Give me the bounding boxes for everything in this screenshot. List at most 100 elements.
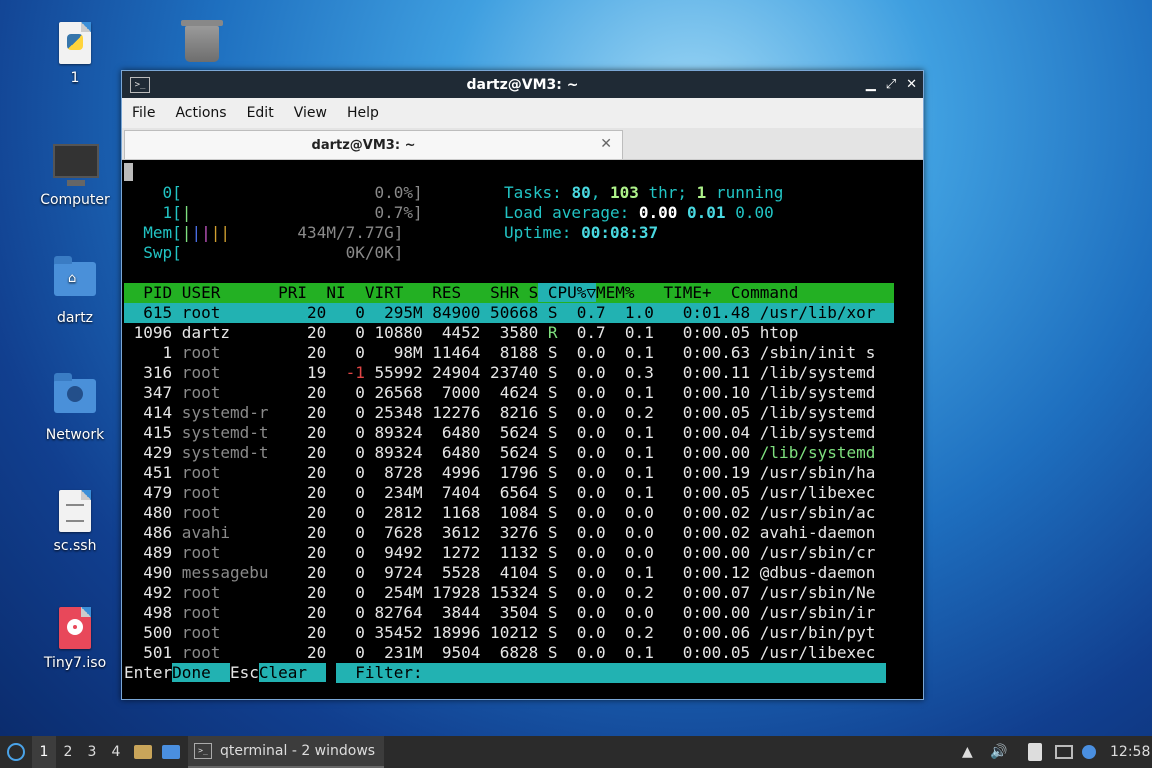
workspace-2[interactable]: 2	[56, 736, 80, 768]
close-icon[interactable]: ✕	[906, 77, 917, 92]
process-row-selected[interactable]: 615 root 20 0 295M 84900 50668 S 0.7 1.0…	[124, 303, 894, 323]
process-row[interactable]: 501 root 20 0 231M 9504 6828 S 0.0 0.1 0…	[124, 643, 894, 663]
desktop-icon-trash[interactable]	[152, 20, 252, 74]
menu-help[interactable]: Help	[347, 105, 379, 121]
process-row[interactable]: 492 root 20 0 254M 17928 15324 S 0.0 0.2…	[124, 583, 894, 603]
menu-edit[interactable]: Edit	[247, 105, 274, 121]
process-row[interactable]: 480 root 20 0 2812 1168 1084 S 0.0 0.0 0…	[124, 503, 894, 523]
desktop-icon-sc-ssh[interactable]: sc.ssh	[25, 490, 125, 554]
home-folder-icon: ⌂	[53, 256, 97, 306]
volume-icon[interactable]: 🔊	[990, 736, 1012, 768]
process-s: S	[538, 523, 558, 542]
process-row[interactable]: 1 root 20 0 98M 11464 8188 S 0.0 0.1 0:0…	[124, 343, 894, 363]
process-shr: 3580	[480, 323, 539, 342]
process-row[interactable]: 415 systemd-t 20 0 89324 6480 5624 S 0.0…	[124, 423, 894, 443]
process-mem: 0.0	[605, 523, 654, 542]
process-cpu: 0.0	[557, 543, 606, 562]
tasks-summary: Tasks: 80, 103 thr; 1 running	[504, 183, 784, 202]
process-row[interactable]: 479 root 20 0 234M 7404 6564 S 0.0 0.1 0…	[124, 483, 894, 503]
notification-icon[interactable]	[1082, 736, 1102, 768]
process-row[interactable]: 498 root 20 0 82764 3844 3504 S 0.0 0.0 …	[124, 603, 894, 623]
desktop-icon-tiny7-iso[interactable]: Tiny7.iso	[25, 607, 125, 671]
process-pid: 1096	[124, 323, 173, 342]
process-row[interactable]: 347 root 20 0 26568 7000 4624 S 0.0 0.1 …	[124, 383, 894, 403]
menu-actions[interactable]: Actions	[175, 105, 226, 121]
process-res: 9504	[422, 643, 481, 662]
tab-bar: dartz@VM3: ~ ✕	[122, 128, 923, 160]
process-shr: 10212	[480, 623, 539, 642]
process-user: root	[172, 543, 269, 562]
process-cpu: 0.0	[557, 643, 606, 662]
process-shr: 5624	[480, 423, 539, 442]
process-row[interactable]: 490 messagebu 20 0 9724 5528 4104 S 0.0 …	[124, 563, 894, 583]
process-s: S	[538, 363, 558, 382]
process-row[interactable]: 1096 dartz 20 0 10880 4452 3580 R 0.7 0.…	[124, 323, 894, 343]
process-user: root	[172, 363, 269, 382]
desktop-icon-dartz[interactable]: ⌂ dartz	[25, 256, 125, 326]
process-row[interactable]: 451 root 20 0 8728 4996 1796 S 0.0 0.1 0…	[124, 463, 894, 483]
process-time: 0:01.48	[653, 303, 751, 322]
window-titlebar[interactable]: >_ dartz@VM3: ~ ▁ ⤢ ✕	[122, 71, 923, 98]
cpu1-meter: 1[| 0.7%]	[162, 203, 423, 222]
process-s: S	[538, 603, 558, 622]
taskbar-task-qterminal[interactable]: >_ qterminal - 2 windows	[188, 736, 384, 768]
menu-view[interactable]: View	[294, 105, 327, 121]
maximize-icon[interactable]: ⤢	[886, 77, 896, 92]
process-mem: 0.2	[605, 403, 654, 422]
tray-expand-icon[interactable]: ▲	[962, 736, 982, 768]
process-row[interactable]: 316 root 19 -1 55992 24904 23740 S 0.0 0…	[124, 363, 894, 383]
tab-close-icon[interactable]: ✕	[600, 136, 612, 152]
uptime: Uptime: 00:08:37	[504, 223, 659, 242]
done-button[interactable]: Done	[172, 663, 230, 682]
process-row[interactable]: 414 systemd-r 20 0 25348 12276 8216 S 0.…	[124, 403, 894, 423]
process-pri: 20	[268, 323, 327, 342]
workspace-3[interactable]: 3	[80, 736, 104, 768]
menu-file[interactable]: File	[132, 105, 155, 121]
process-row[interactable]: 486 avahi 20 0 7628 3612 3276 S 0.0 0.0 …	[124, 523, 894, 543]
process-ni: 0	[326, 503, 365, 522]
window-title: dartz@VM3: ~	[466, 76, 579, 93]
process-cmd: /usr/sbin/Ne	[750, 583, 876, 602]
process-pid: 414	[124, 403, 173, 422]
terminal-scrollbar[interactable]	[895, 161, 923, 699]
workspace-1[interactable]: 1	[32, 736, 56, 768]
process-cmd: /lib/systemd	[750, 423, 876, 442]
clear-button[interactable]: Clear	[258, 663, 327, 682]
process-s: S	[538, 463, 558, 482]
process-table-header[interactable]: PID USER PRI NI VIRT RES SHR S CPU%▽MEM%…	[124, 283, 894, 303]
process-cpu: 0.0	[557, 463, 606, 482]
process-time: 0:00.19	[653, 463, 751, 482]
task-label: qterminal - 2 windows	[220, 743, 376, 759]
desktop-icon-computer[interactable]: Computer	[25, 140, 125, 208]
process-pri: 20	[268, 423, 327, 442]
clipboard-icon[interactable]	[1028, 736, 1048, 768]
tab-terminal[interactable]: dartz@VM3: ~ ✕	[124, 130, 623, 159]
process-time: 0:00.63	[653, 343, 751, 362]
process-row[interactable]: 489 root 20 0 9492 1272 1132 S 0.0 0.0 0…	[124, 543, 894, 563]
process-cpu: 0.0	[557, 523, 606, 542]
process-shr: 6828	[480, 643, 539, 662]
process-row[interactable]: 500 root 20 0 35452 18996 10212 S 0.0 0.…	[124, 623, 894, 643]
file-manager-launcher-icon[interactable]	[134, 736, 154, 768]
network-status-icon[interactable]	[1055, 736, 1077, 768]
process-virt: 89324	[364, 423, 423, 442]
process-ni: 0	[326, 583, 365, 602]
terminal-icon: >_	[194, 743, 212, 759]
process-mem: 0.1	[605, 343, 654, 362]
process-mem: 0.1	[605, 563, 654, 582]
workspace-4[interactable]: 4	[104, 736, 128, 768]
process-row[interactable]: 429 systemd-t 20 0 89324 6480 5624 S 0.0…	[124, 443, 894, 463]
computer-icon	[53, 144, 99, 188]
terminal-window: >_ dartz@VM3: ~ ▁ ⤢ ✕ File Actions Edit …	[121, 70, 924, 700]
show-desktop-icon[interactable]	[162, 736, 182, 768]
sort-column-cpu[interactable]: CPU%▽	[538, 283, 597, 302]
desktop-icon-python-file[interactable]: 1	[25, 22, 125, 86]
desktop-icon-network[interactable]: Network	[25, 373, 125, 443]
process-shr: 8216	[480, 403, 539, 422]
start-menu-button[interactable]	[4, 736, 28, 768]
terminal-output[interactable]: 0[ 0.0%] 1[| 0.7%] Mem[||||| 434M/7.77G]…	[122, 161, 894, 699]
filter-input[interactable]: Filter:	[335, 663, 886, 683]
minimize-icon[interactable]: ▁	[866, 77, 876, 92]
process-shr: 1796	[480, 463, 539, 482]
clock[interactable]: 12:58	[1110, 736, 1150, 768]
